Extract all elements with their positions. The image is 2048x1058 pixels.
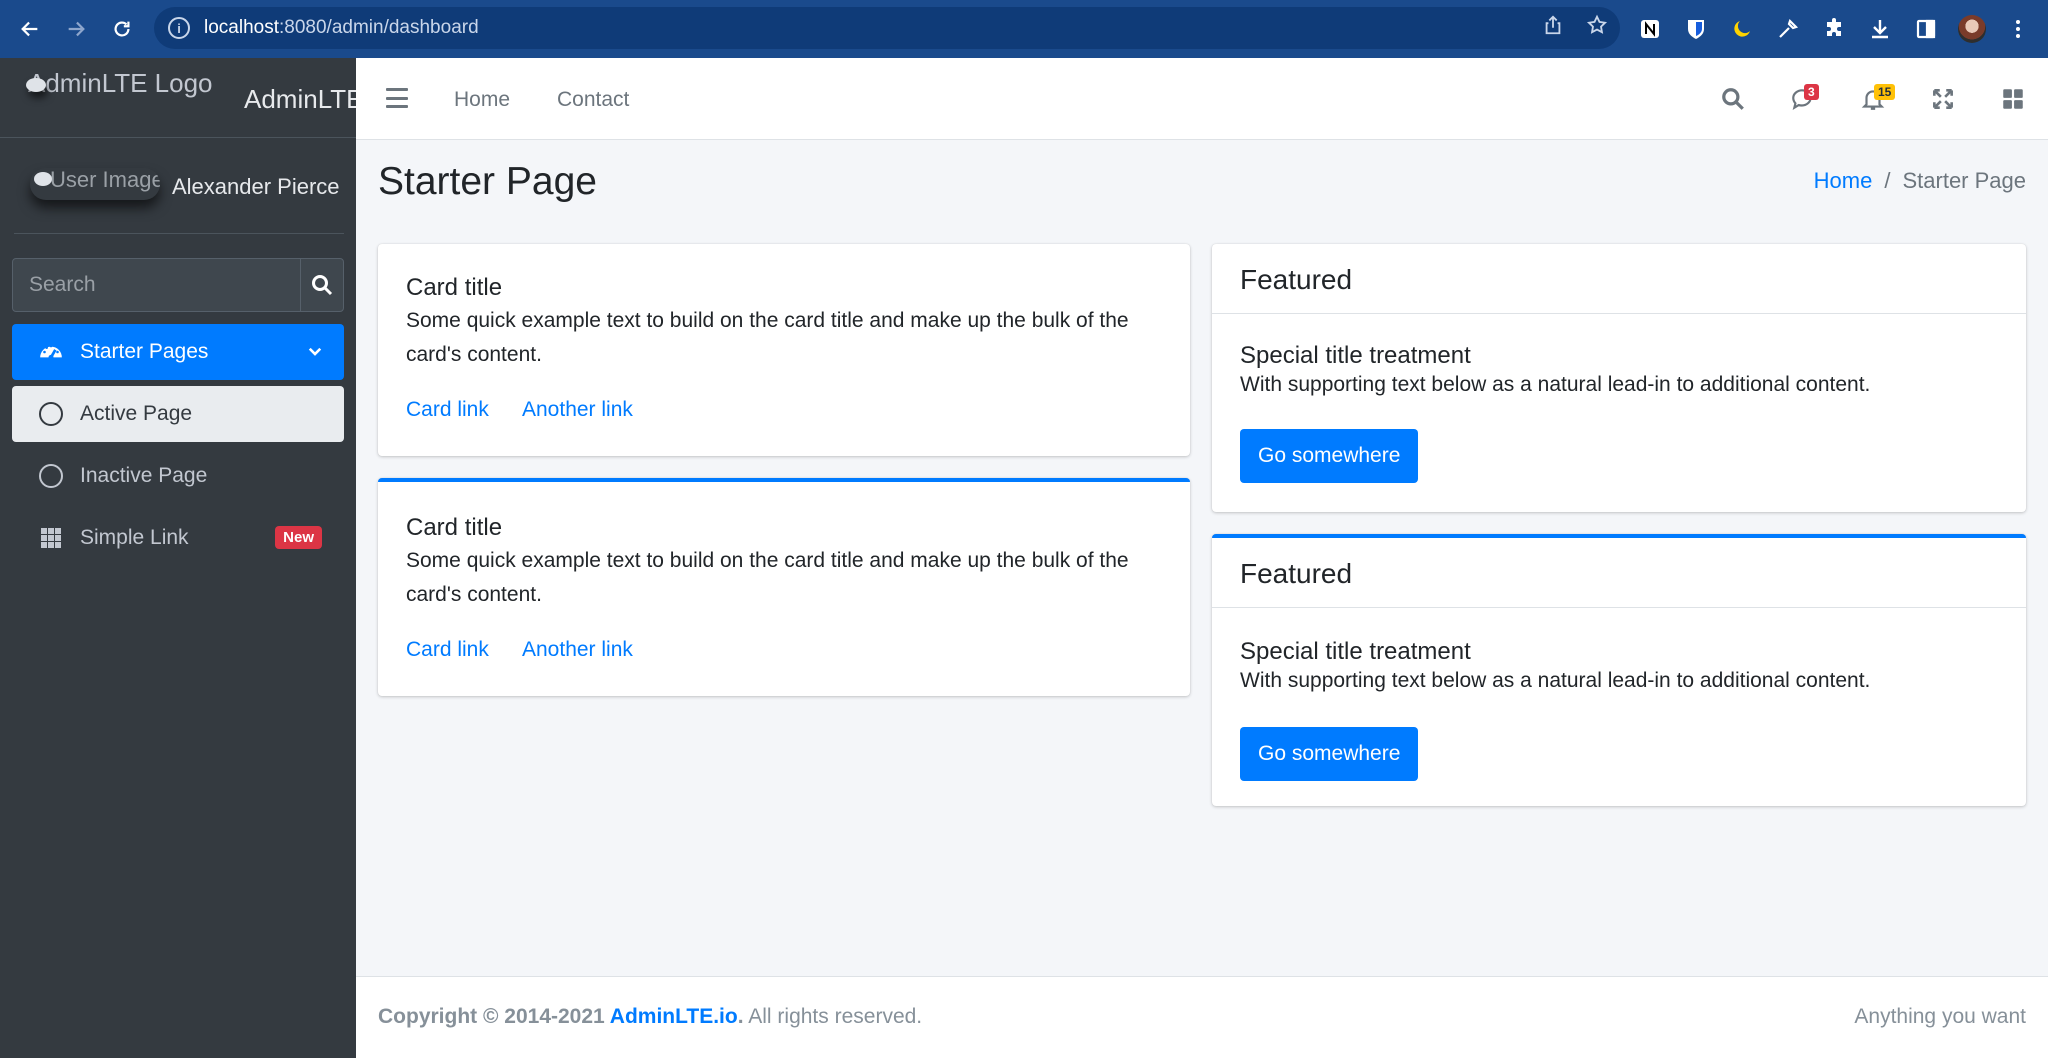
site-info-icon[interactable]: i — [168, 17, 190, 39]
user-name-link[interactable]: Alexander Pierce — [172, 174, 340, 200]
sidebar-menu: Starter Pages Active Page Inactive Page … — [12, 324, 344, 572]
another-link[interactable]: Another link — [522, 638, 633, 662]
chevron-down-icon — [308, 347, 322, 356]
main-footer: Copyright © 2014-2021 AdminLTE.io. All r… — [356, 976, 2048, 1058]
forward-icon[interactable] — [54, 7, 98, 51]
sidebar-item-label: Starter Pages — [80, 340, 209, 363]
footer-brand-link[interactable]: AdminLTE.io — [610, 1005, 738, 1028]
browser-toolbar: i localhost:8080/admin/dashboard — [0, 0, 2048, 58]
card-title: Special title treatment — [1240, 638, 1471, 665]
footer-copyright: Copyright © 2014-2021 AdminLTE.io. All r… — [378, 1005, 922, 1029]
downloads-icon[interactable] — [1866, 15, 1894, 43]
address-bar[interactable]: i localhost:8080/admin/dashboard — [154, 7, 1620, 49]
hamburger-menu-icon[interactable] — [386, 88, 408, 108]
main-sidebar: AdminLTE Logo AdminLTE 3 User Image Alex… — [0, 58, 385, 1058]
fullscreen-button[interactable] — [1908, 58, 1978, 140]
url-host: localhost — [204, 17, 279, 38]
card-link[interactable]: Card link — [406, 398, 489, 422]
featured-card: Featured Special title treatment With su… — [1212, 244, 2026, 512]
bitwarden-shield-icon[interactable] — [1682, 15, 1710, 43]
card-header-title: Featured — [1240, 558, 1353, 589]
card-title: Card title — [406, 514, 503, 541]
card-header: Featured — [1212, 244, 2026, 314]
sidebar-item-inactive-page[interactable]: Inactive Page — [12, 448, 344, 504]
messages-count-badge: 3 — [1804, 84, 1819, 100]
card: Card title Some quick example text to bu… — [378, 244, 1190, 456]
search-icon — [1722, 88, 1744, 110]
grid-icon — [38, 525, 64, 551]
browser-menu-icon[interactable] — [2004, 15, 2032, 43]
tachometer-icon — [38, 339, 64, 365]
card-text: With supporting text below as a natural … — [1240, 669, 1871, 692]
go-somewhere-button[interactable]: Go somewhere — [1240, 727, 1419, 781]
sidebar-search-input[interactable] — [13, 259, 300, 311]
card-text: Some quick example text to build on the … — [406, 549, 1129, 606]
notifications-count-badge: 15 — [1874, 84, 1896, 100]
footer-right-text: Anything you want — [1854, 1005, 2026, 1028]
user-panel: User Image Alexander Pierce — [14, 162, 344, 234]
sidebar-item-label: Inactive Page — [80, 464, 208, 487]
breadcrumb: Home / Starter Page — [1814, 168, 2026, 194]
circle-icon — [39, 464, 63, 488]
eyedropper-icon[interactable] — [1774, 15, 1802, 43]
card-title: Card title — [406, 274, 503, 301]
go-somewhere-button[interactable]: Go somewhere — [1240, 429, 1419, 483]
featured-card-primary-outline: Featured Special title treatment With su… — [1212, 534, 2026, 806]
side-panel-icon[interactable] — [1912, 15, 1940, 43]
card-text: Some quick example text to build on the … — [406, 309, 1129, 366]
expand-arrows-icon — [1933, 89, 1953, 109]
th-large-icon — [2003, 89, 2023, 109]
card-header: Featured — [1212, 538, 2026, 608]
card-text: With supporting text below as a natural … — [1240, 373, 1871, 396]
control-sidebar-button[interactable] — [1978, 58, 2048, 140]
nav-link-home[interactable]: Home — [454, 88, 510, 112]
navbar-search-button[interactable] — [1698, 58, 1768, 140]
sidebar-search-button[interactable] — [300, 259, 343, 311]
brand-link[interactable]: AdminLTE Logo AdminLTE 3 — [0, 58, 385, 138]
dark-mode-moon-icon[interactable] — [1728, 15, 1756, 43]
sidebar-item-active-page[interactable]: Active Page — [12, 386, 344, 442]
notion-extension-icon[interactable] — [1636, 15, 1664, 43]
url-path: :8080/admin/dashboard — [279, 17, 479, 38]
card-title: Special title treatment — [1240, 342, 1471, 369]
card-header-title: Featured — [1240, 264, 1353, 295]
card-link[interactable]: Card link — [406, 638, 489, 662]
nav-link-contact[interactable]: Contact — [557, 88, 629, 112]
sidebar-item-label: Simple Link — [80, 526, 189, 549]
main-header: Home Contact 3 15 — [356, 58, 2048, 140]
brand-logo-image: AdminLTE Logo — [26, 68, 228, 98]
breadcrumb-current: Starter Page — [1902, 168, 2026, 193]
page-title: Starter Page — [378, 160, 597, 203]
sidebar-item-simple-link[interactable]: Simple Link New — [12, 510, 344, 566]
circle-icon — [39, 402, 63, 426]
messages-dropdown[interactable]: 3 — [1768, 58, 1838, 140]
profile-avatar[interactable] — [1958, 15, 1986, 43]
share-icon[interactable] — [1542, 14, 1564, 42]
search-icon — [312, 275, 333, 296]
breadcrumb-separator: / — [1884, 168, 1891, 193]
copyright-text: Copyright © 2014-2021 — [378, 1005, 610, 1028]
breadcrumb-home-link[interactable]: Home — [1814, 168, 1873, 194]
notifications-dropdown[interactable]: 15 — [1838, 58, 1908, 140]
sidebar-search — [12, 258, 344, 312]
sidebar-item-starter-pages[interactable]: Starter Pages — [12, 324, 344, 380]
extensions-puzzle-icon[interactable] — [1820, 15, 1848, 43]
back-icon[interactable] — [8, 7, 52, 51]
rights-text: All rights reserved. — [743, 1005, 923, 1028]
another-link[interactable]: Another link — [522, 398, 633, 422]
new-badge: New — [275, 526, 322, 549]
reload-icon[interactable] — [100, 7, 144, 51]
sidebar-item-label: Active Page — [80, 402, 193, 425]
user-image: User Image — [30, 168, 160, 200]
bookmark-star-icon[interactable] — [1586, 14, 1608, 42]
content-header: Starter Page — [378, 160, 597, 204]
card-primary-outline: Card title Some quick example text to bu… — [378, 478, 1190, 696]
